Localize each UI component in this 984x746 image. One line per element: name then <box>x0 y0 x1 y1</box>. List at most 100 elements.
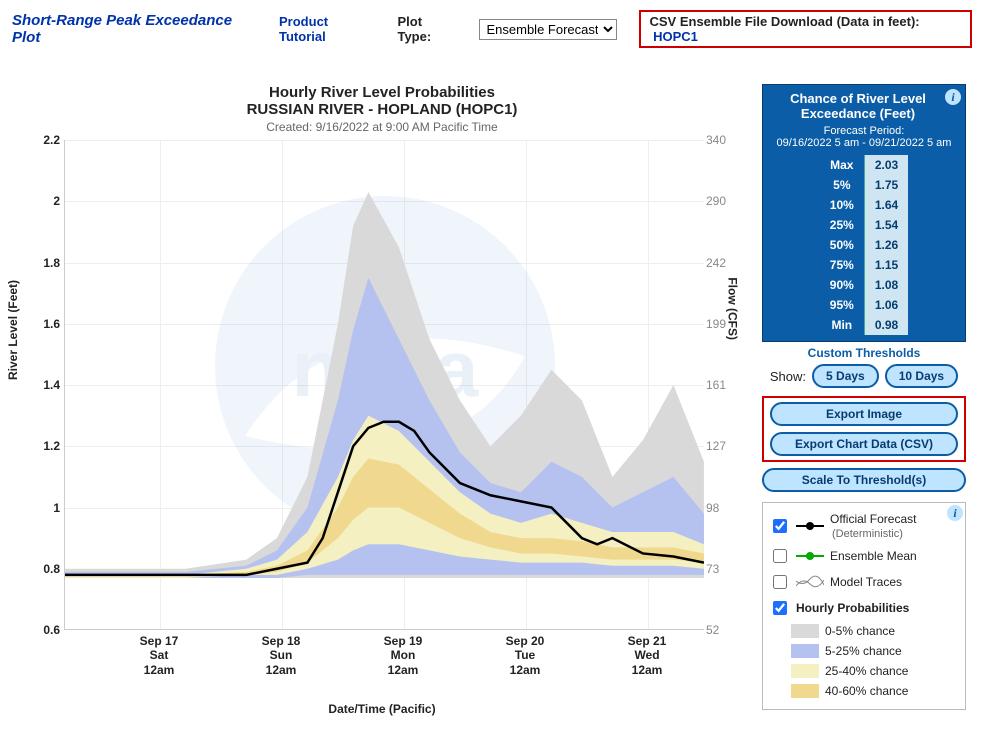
ytick-left: 2 <box>32 194 60 208</box>
exceed-period-label: Forecast Period: <box>824 125 905 137</box>
chart-plot[interactable]: River Level (Feet) Flow (CFS) 2.2 2 1.8 … <box>12 140 732 660</box>
exceedance-row: Min0.98 <box>820 315 908 335</box>
plot-inner[interactable]: noaa <box>64 140 704 630</box>
exceed-period: 09/16/2022 5 am - 09/21/2022 5 am <box>777 137 952 149</box>
exceedance-label: 95% <box>820 295 865 315</box>
y-axis-left-label: River Level (Feet) <box>6 280 20 380</box>
ensemble-mean-icon <box>796 549 824 563</box>
exceedance-value: 1.64 <box>864 195 908 215</box>
product-tutorial-link[interactable]: Product Tutorial <box>279 14 375 44</box>
ytick-left: 1.2 <box>32 439 60 453</box>
swatch-40-60-icon <box>791 684 819 698</box>
xtick: Sep 20Tue12am <box>475 634 575 677</box>
chart-area: Hourly River Level Probabilities RUSSIAN… <box>12 84 752 716</box>
exceedance-row: 75%1.15 <box>820 255 908 275</box>
export-csv-button[interactable]: Export Chart Data (CSV) <box>770 432 958 456</box>
legend-band-1: 0-5% chance <box>825 624 895 638</box>
exceedance-label: 50% <box>820 235 865 255</box>
chart-title-2: RUSSIAN RIVER - HOPLAND (HOPC1) <box>12 101 752 118</box>
ytick-right: 290 <box>706 194 734 208</box>
ytick-right: 199 <box>706 317 734 331</box>
exceedance-label: 90% <box>820 275 865 295</box>
csv-download-box: CSV Ensemble File Download (Data in feet… <box>639 10 972 48</box>
chart-title-1: Hourly River Level Probabilities <box>12 84 752 101</box>
show-label: Show: <box>770 369 806 384</box>
swatch-25-40-icon <box>791 664 819 678</box>
swatch-0-5-icon <box>791 624 819 638</box>
exceedance-value: 2.03 <box>864 155 908 175</box>
legend-band-4: 40-60% chance <box>825 684 908 698</box>
ytick-right: 161 <box>706 378 734 392</box>
exceedance-row: 5%1.75 <box>820 175 908 195</box>
csv-download-label: CSV Ensemble File Download (Data in feet… <box>649 14 919 29</box>
official-forecast-checkbox[interactable] <box>773 519 787 533</box>
exceedance-row: 10%1.64 <box>820 195 908 215</box>
ytick-right: 98 <box>706 501 734 515</box>
ytick-right: 242 <box>706 256 734 270</box>
ytick-left: 0.6 <box>32 623 60 637</box>
chart-svg <box>65 140 705 630</box>
exceedance-value: 1.54 <box>864 215 908 235</box>
show-5-days-button[interactable]: 5 Days <box>812 364 879 388</box>
ytick-left: 1.6 <box>32 317 60 331</box>
exceedance-row: 25%1.54 <box>820 215 908 235</box>
model-traces-checkbox[interactable] <box>773 575 787 589</box>
exceedance-label: Min <box>820 315 865 335</box>
ytick-left: 1.4 <box>32 378 60 392</box>
xtick: Sep 21Wed12am <box>597 634 697 677</box>
ytick-left: 2.2 <box>32 133 60 147</box>
legend-hourly-label: Hourly Probabilities <box>796 601 909 615</box>
model-traces-icon <box>796 575 824 589</box>
legend-box: i Official Forecast (Deterministic) Ense… <box>762 502 966 710</box>
show-10-days-button[interactable]: 10 Days <box>885 364 958 388</box>
csv-download-link[interactable]: HOPC1 <box>653 29 698 44</box>
top-bar: Short-Range Peak Exceedance Plot Product… <box>12 8 972 54</box>
legend-official-sub: (Deterministic) <box>832 528 903 540</box>
exceedance-value: 1.15 <box>864 255 908 275</box>
legend-traces-label: Model Traces <box>830 575 902 589</box>
scale-threshold-button[interactable]: Scale To Threshold(s) <box>762 468 966 492</box>
ytick-left: 0.8 <box>32 562 60 576</box>
exceedance-label: 25% <box>820 215 865 235</box>
x-axis-label: Date/Time (Pacific) <box>12 702 752 716</box>
exceedance-value: 1.08 <box>864 275 908 295</box>
xtick: Sep 17Sat12am <box>109 634 209 677</box>
official-forecast-icon <box>796 519 824 533</box>
legend-band-3: 25-40% chance <box>825 664 908 678</box>
plot-type-label: Plot Type: <box>397 14 457 44</box>
exceedance-label: 10% <box>820 195 865 215</box>
show-row: Show: 5 Days 10 Days <box>762 364 966 388</box>
ytick-right: 73 <box>706 562 734 576</box>
exceedance-value: 0.98 <box>864 315 908 335</box>
exceedance-row: 90%1.08 <box>820 275 908 295</box>
export-image-button[interactable]: Export Image <box>770 402 958 426</box>
exceedance-box: Chance of River Level Exceedance (Feet) … <box>762 84 966 342</box>
ytick-right: 52 <box>706 623 734 637</box>
legend-ensemble-label: Ensemble Mean <box>830 549 917 563</box>
ytick-left: 1.8 <box>32 256 60 270</box>
custom-thresholds-link[interactable]: Custom Thresholds <box>762 346 966 360</box>
ytick-right: 127 <box>706 439 734 453</box>
swatch-5-25-icon <box>791 644 819 658</box>
ensemble-mean-checkbox[interactable] <box>773 549 787 563</box>
plot-type-select[interactable]: Ensemble Forecast <box>479 19 617 40</box>
exceedance-value: 1.75 <box>864 175 908 195</box>
info-icon[interactable]: i <box>945 89 961 105</box>
page-title: Short-Range Peak Exceedance Plot <box>12 12 257 46</box>
exceedance-label: 75% <box>820 255 865 275</box>
exceedance-row: Max2.03 <box>820 155 908 175</box>
legend-band-2: 5-25% chance <box>825 644 902 658</box>
exceedance-table: Max2.035%1.7510%1.6425%1.5450%1.2675%1.1… <box>820 155 908 335</box>
chart-created: Created: 9/16/2022 at 9:00 AM Pacific Ti… <box>12 120 752 134</box>
xtick: Sep 18Sun12am <box>231 634 331 677</box>
export-buttons-group: Export Image Export Chart Data (CSV) <box>762 396 966 462</box>
xtick: Sep 19Mon12am <box>353 634 453 677</box>
exceedance-label: 5% <box>820 175 865 195</box>
info-icon[interactable]: i <box>947 505 963 521</box>
ytick-left: 1 <box>32 501 60 515</box>
exceed-header-1: Chance of River Level <box>790 91 926 106</box>
hourly-prob-checkbox[interactable] <box>773 601 787 615</box>
exceedance-value: 1.06 <box>864 295 908 315</box>
side-panel: Chance of River Level Exceedance (Feet) … <box>762 84 966 716</box>
exceedance-label: Max <box>820 155 865 175</box>
